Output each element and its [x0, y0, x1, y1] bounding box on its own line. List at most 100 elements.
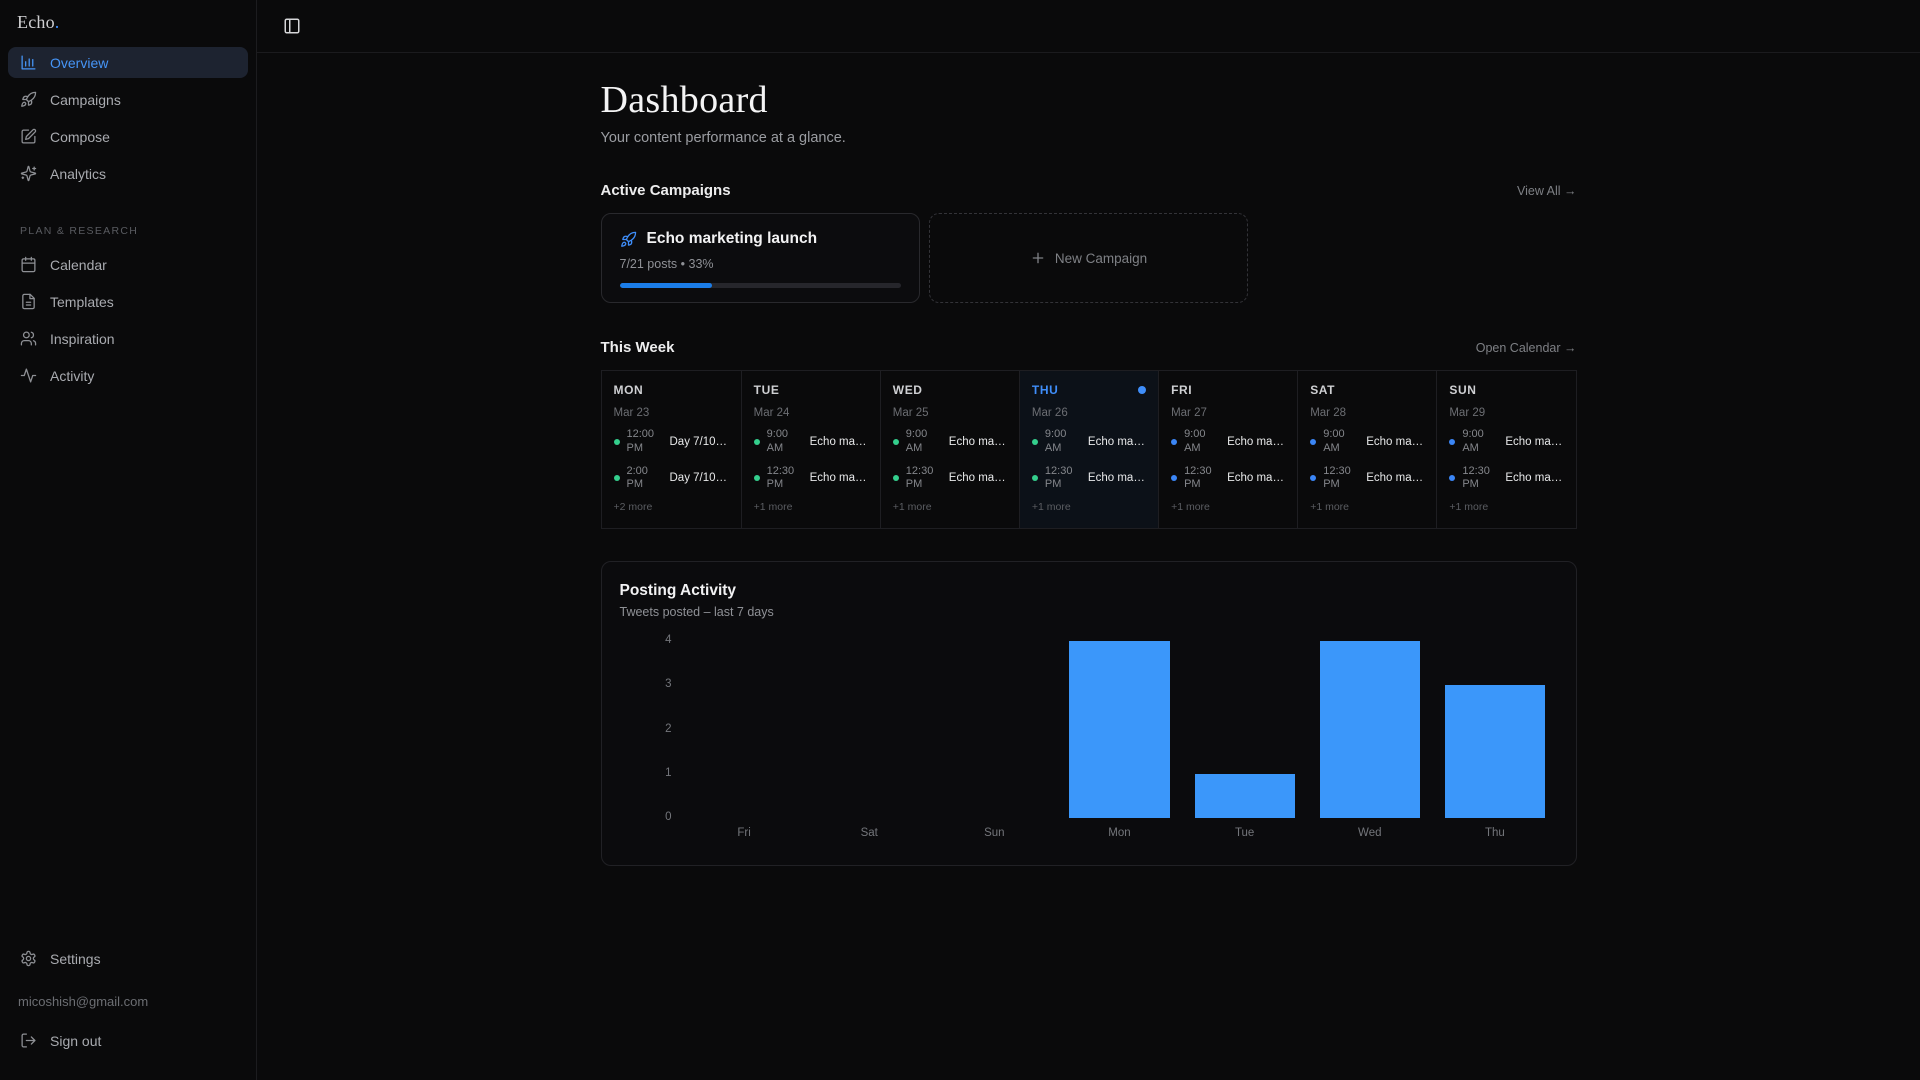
this-week-header-row: This Week Open Calendar → — [601, 339, 1577, 356]
calendar-day-column-tue[interactable]: TUE Mar 24 9:00 AM Echo marketin… 12:30 PM Ec… — [740, 371, 880, 528]
event-status-dot — [1171, 475, 1178, 482]
x-tick-label: Sat — [860, 827, 878, 839]
calendar-event[interactable]: 9:00 AM Echo marketin… — [1031, 428, 1146, 456]
day-name: THU — [1031, 383, 1059, 397]
event-title: Echo marketin… — [1227, 472, 1285, 485]
day-header: FRI — [1171, 383, 1285, 397]
active-campaigns-title: Active Campaigns — [600, 182, 731, 199]
sidebar-toggle-button[interactable] — [281, 15, 303, 37]
event-time: 9:00 AM — [1462, 428, 1484, 454]
calendar-day-column-sat[interactable]: SAT Mar 28 9:00 AM Echo marketin… 12:30 PM Ec… — [1297, 371, 1436, 528]
event-title: Echo marketin… — [948, 435, 1007, 448]
settings-label: Settings — [50, 950, 101, 967]
calendar-day-column-wed[interactable]: WED Mar 25 9:00 AM Echo marketin… 12:30 PM Ec… — [879, 371, 1019, 528]
day-name: WED — [892, 383, 923, 397]
activity-icon — [20, 367, 37, 384]
event-title: Echo marketin… — [1505, 472, 1563, 485]
x-tick-label: Fri — [737, 827, 751, 839]
calendar-event[interactable]: 9:00 AM Echo marketin… — [1449, 428, 1563, 456]
sidebar-item-label: Templates — [50, 293, 114, 310]
event-title: Echo marketin… — [809, 472, 868, 485]
posting-activity-chart: 0 1 2 3 4 Fri Sat Sun Mon Tue Wed Thu — [620, 634, 1558, 839]
open-calendar-link[interactable]: Open Calendar → — [1476, 341, 1577, 355]
calendar-event[interactable]: 9:00 AM Echo marketin… — [892, 428, 1007, 456]
main-area: Dashboard Your content performance at a … — [257, 0, 1920, 1080]
page-subtitle: Your content performance at a glance. — [600, 130, 846, 146]
topbar — [257, 0, 1920, 53]
x-tick-label: Mon — [1108, 827, 1131, 839]
more-events-label[interactable]: +1 more — [1310, 501, 1424, 513]
calendar-event[interactable]: 12:00 PM Day 7/100: bu… — [613, 428, 729, 456]
sidebar-item-label: Campaigns — [50, 91, 121, 108]
day-header: MON — [614, 383, 729, 397]
calendar-icon — [20, 256, 37, 273]
y-tick-label: 1 — [665, 766, 672, 779]
day-header: SAT — [1310, 383, 1424, 397]
campaign-card[interactable]: Echo marketing launch 7/21 posts • 33% — [600, 213, 920, 303]
event-status-dot — [1449, 438, 1456, 445]
x-tick-label: Thu — [1485, 827, 1505, 839]
calendar-event[interactable]: 9:00 AM Echo marketin… — [1171, 428, 1285, 456]
event-title: Echo marketin… — [809, 435, 868, 448]
y-tick-label: 4 — [665, 634, 672, 646]
event-title: Echo marketin… — [1227, 435, 1285, 448]
calendar-event[interactable]: 12:30 PM Echo marketin… — [1310, 465, 1424, 493]
view-all-link[interactable]: View All → — [1517, 184, 1577, 198]
day-header: WED — [893, 383, 1007, 397]
sidebar-item-compose[interactable]: Compose — [8, 121, 248, 152]
more-events-label[interactable]: +1 more — [1032, 501, 1146, 513]
sidebar-item-campaigns[interactable]: Campaigns — [8, 84, 248, 115]
event-time: 12:30 PM — [1462, 464, 1490, 491]
calendar-day-column-sun[interactable]: SUN Mar 29 9:00 AM Echo marketin… 12:30 PM Ec… — [1436, 371, 1575, 528]
calendar-day-column-thu[interactable]: THU Mar 26 9:00 AM Echo marketin… 12:30 PM Ec… — [1018, 371, 1159, 528]
event-status-dot — [613, 438, 620, 445]
bar-slot-fri — [682, 641, 807, 818]
more-events-label[interactable]: +1 more — [1449, 501, 1563, 513]
new-campaign-label: New Campaign — [1054, 250, 1148, 266]
calendar-event[interactable]: 2:00 PM Day 7/100: bui… — [613, 465, 729, 493]
content-scroll-area[interactable]: Dashboard Your content performance at a … — [257, 53, 1920, 1080]
sidebar-item-activity[interactable]: Activity — [8, 360, 248, 391]
more-events-label[interactable]: +2 more — [614, 501, 729, 513]
day-header: THU — [1031, 383, 1147, 397]
event-title: Echo marketin… — [1366, 472, 1424, 485]
new-campaign-button[interactable]: New Campaign — [928, 213, 1249, 303]
calendar-day-column-mon[interactable]: MON Mar 23 12:00 PM Day 7/100: bu… 2:00 PM Da… — [602, 371, 741, 528]
posting-activity-card: Posting Activity Tweets posted – last 7 … — [600, 561, 1577, 866]
day-date: Mar 27 — [1171, 407, 1207, 419]
calendar-event[interactable]: 12:30 PM Echo marketin… — [753, 465, 868, 493]
today-indicator-dot — [1138, 386, 1147, 394]
event-time: 9:00 AM — [766, 428, 789, 454]
chart-subtitle: Tweets posted – last 7 days — [619, 605, 774, 619]
event-time: 12:00 PM — [626, 428, 655, 454]
bar-slot-tue — [1182, 641, 1307, 818]
sidebar-item-settings[interactable]: Settings — [8, 943, 248, 974]
calendar-event[interactable]: 12:30 PM Echo marketin… — [1171, 465, 1285, 493]
event-title: Echo marketin… — [1087, 472, 1146, 485]
more-events-label[interactable]: +1 more — [1171, 501, 1285, 513]
event-status-dot — [753, 475, 760, 482]
calendar-day-column-fri[interactable]: FRI Mar 27 9:00 AM Echo marketin… 12:30 PM Ec… — [1158, 371, 1297, 528]
sidebar-item-inspiration[interactable]: Inspiration — [8, 323, 248, 354]
day-date: Mar 29 — [1449, 407, 1486, 419]
calendar-event[interactable]: 12:30 PM Echo marketin… — [1449, 465, 1563, 493]
sidebar-item-calendar[interactable]: Calendar — [8, 249, 248, 280]
bar-slot-sat — [807, 641, 932, 818]
sidebar-item-label: Activity — [50, 367, 95, 384]
calendar-event[interactable]: 12:30 PM Echo marketin… — [1031, 464, 1146, 493]
sidebar-item-overview[interactable]: Overview — [8, 47, 248, 78]
calendar-event[interactable]: 9:00 AM Echo marketin… — [753, 428, 868, 456]
campaign-progress-fill — [619, 283, 713, 288]
x-tick-label: Tue — [1234, 827, 1255, 839]
more-events-label[interactable]: +1 more — [754, 501, 868, 513]
calendar-event[interactable]: 9:00 AM Echo marketin… — [1310, 428, 1424, 456]
sign-out-button[interactable]: Sign out — [8, 1025, 248, 1056]
campaign-name: Echo marketing launch — [646, 230, 818, 247]
sidebar-item-templates[interactable]: Templates — [8, 286, 248, 317]
gear-icon — [20, 950, 37, 967]
more-events-label[interactable]: +1 more — [893, 501, 1007, 513]
calendar-event[interactable]: 12:30 PM Echo marketin… — [892, 465, 1007, 493]
event-time: 12:30 PM — [1044, 464, 1073, 491]
sidebar-item-analytics[interactable]: Analytics — [8, 158, 248, 189]
